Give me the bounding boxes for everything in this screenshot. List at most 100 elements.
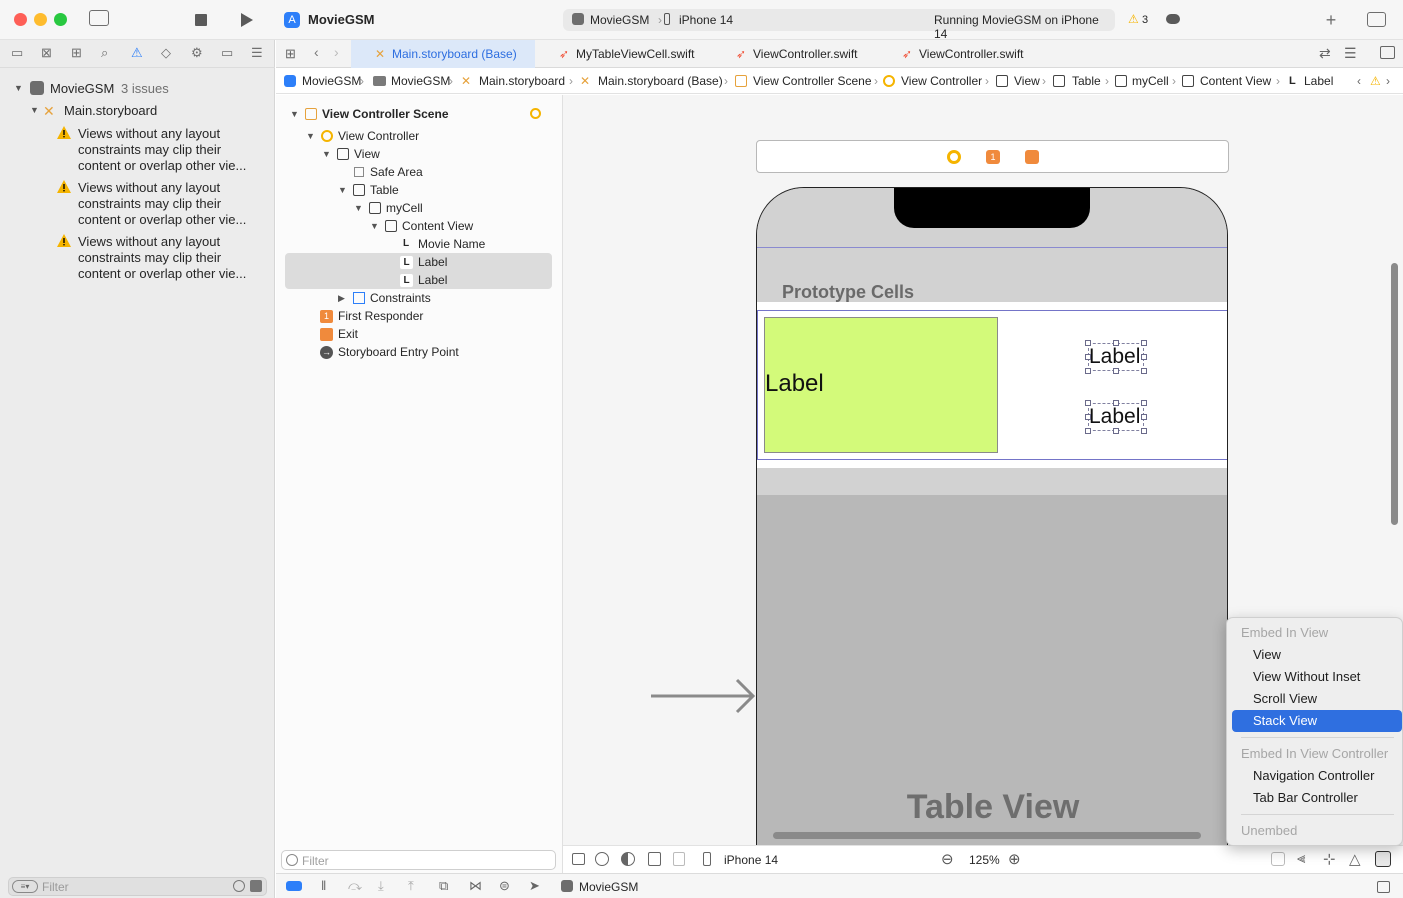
stop-icon[interactable] [195, 14, 207, 26]
test-icon[interactable]: ◇ [161, 45, 171, 61]
run-icon[interactable] [240, 12, 254, 28]
accessibility-icon[interactable] [595, 852, 609, 866]
folder-icon[interactable]: ▭ [11, 45, 23, 61]
selected-label-1[interactable]: Label [1085, 340, 1147, 374]
scheme-target[interactable]: MovieGSM [590, 13, 649, 27]
symbol-icon[interactable]: ⊞ [71, 45, 82, 61]
back-icon[interactable]: ‹ [314, 44, 319, 60]
step-into-icon[interactable]: ⤓ [378, 878, 384, 894]
console-toggle-icon[interactable] [1377, 881, 1390, 893]
menu-item-navigation-controller[interactable]: Navigation Controller [1253, 765, 1374, 787]
debug-area-toggle-icon[interactable] [286, 881, 302, 891]
resize-handle[interactable] [1113, 400, 1119, 406]
menu-item-view[interactable]: View [1253, 644, 1281, 666]
navigator-filter-field[interactable]: ≡▾ Filter [8, 877, 267, 896]
report-icon[interactable]: ☰ [251, 45, 263, 61]
issue-icon[interactable]: ⚠ [131, 45, 143, 61]
chevron-down-icon[interactable]: ▼ [14, 83, 23, 93]
chevron-right-icon[interactable]: ▶ [338, 289, 345, 307]
resize-handle[interactable] [1085, 368, 1091, 374]
outline-toggle-icon[interactable] [572, 853, 585, 865]
tab-viewcontroller-2[interactable]: ➶ ViewController.swift [878, 40, 1043, 68]
zoom-out-icon[interactable]: ⊖ [941, 850, 954, 868]
next-issue-icon[interactable]: › [1386, 68, 1390, 94]
breadcrumb-item[interactable]: Main.storyboard [479, 68, 565, 94]
scheme-device[interactable]: iPhone 14 [679, 13, 733, 27]
environment-overrides-icon[interactable]: ⊜ [499, 878, 510, 894]
chevron-down-icon[interactable]: ▼ [338, 181, 347, 199]
zoom-in-icon[interactable]: ⊕ [1008, 850, 1021, 868]
forward-icon[interactable]: › [334, 44, 339, 60]
breakpoint-icon[interactable]: ▭ [221, 45, 233, 61]
step-over-icon[interactable]: ⤼ [348, 878, 362, 894]
resize-handle[interactable] [1141, 400, 1147, 406]
breadcrumb-item[interactable]: Label [1304, 68, 1333, 94]
source-control-icon[interactable]: ⊠ [41, 45, 52, 61]
breadcrumb-item[interactable]: myCell [1132, 68, 1169, 94]
outline-filter-field[interactable]: Filter [281, 850, 556, 870]
chevron-down-icon[interactable]: ▼ [30, 105, 39, 115]
breadcrumb-item[interactable]: View Controller Scene [753, 68, 872, 94]
resize-handle[interactable] [1141, 428, 1147, 434]
issues-only-filter-icon[interactable] [250, 880, 262, 892]
process-name[interactable]: MovieGSM [579, 880, 638, 894]
recent-filter-icon[interactable] [233, 880, 245, 892]
resize-handle[interactable] [1141, 354, 1147, 360]
menu-item-tab-bar-controller[interactable]: Tab Bar Controller [1253, 787, 1358, 809]
breadcrumb-item[interactable]: MovieGSM [391, 68, 450, 94]
tab-viewcontroller[interactable]: ➶ ViewController.swift [712, 40, 877, 68]
split-editor-icon[interactable] [1380, 46, 1395, 59]
breadcrumb-item[interactable]: Main.storyboard (Base) [598, 68, 723, 94]
step-out-icon[interactable]: ⤒ [408, 878, 414, 894]
breadcrumb-item[interactable]: MovieGSM [302, 68, 361, 94]
search-icon[interactable]: ⌕ [101, 45, 108, 61]
menu-item-scroll-view[interactable]: Scroll View [1253, 688, 1317, 710]
add-constraints-icon[interactable]: ⊹ [1323, 850, 1336, 868]
project-name[interactable]: MovieGSM [50, 81, 114, 96]
location-icon[interactable]: ➤ [529, 878, 540, 894]
minimize-window-button[interactable] [34, 13, 47, 26]
update-frames-icon[interactable] [1271, 852, 1285, 866]
orientation-icon[interactable] [648, 852, 661, 866]
appearance-icon[interactable] [621, 852, 635, 866]
warning-icon[interactable]: ⚠ [1370, 68, 1381, 94]
resize-handle[interactable] [1141, 340, 1147, 346]
resize-handle[interactable] [1141, 414, 1147, 420]
outline-scene[interactable]: ▼ View Controller Scene [276, 105, 563, 123]
resize-handle[interactable] [1141, 368, 1147, 374]
tab-main-storyboard[interactable]: ✕ Main.storyboard (Base) [351, 40, 535, 68]
debug-icon[interactable]: ⚙ [191, 45, 203, 61]
horizontal-scrollbar[interactable] [773, 832, 1201, 839]
warning-icon[interactable]: ⚠ [1128, 12, 1139, 26]
filter-options-icon[interactable]: ≡▾ [12, 880, 38, 893]
related-items-icon[interactable]: ⇄ [1319, 45, 1331, 62]
exit-icon[interactable] [1025, 150, 1039, 164]
close-window-button[interactable] [14, 13, 27, 26]
sidebar-toggle-icon[interactable] [89, 10, 109, 26]
resize-handle[interactable] [1085, 414, 1091, 420]
embed-in-icon[interactable] [1375, 851, 1391, 867]
view-controller-icon[interactable] [947, 150, 961, 164]
resize-handle[interactable] [1085, 354, 1091, 360]
pause-icon[interactable]: ‖ [321, 878, 326, 893]
editor-options-icon[interactable]: ☰ [1344, 45, 1357, 62]
breadcrumb-item[interactable]: View [1014, 68, 1040, 94]
resize-handle[interactable] [1113, 368, 1119, 374]
chevron-down-icon[interactable]: ▼ [370, 217, 379, 235]
chevron-down-icon[interactable]: ▼ [354, 199, 363, 217]
add-icon[interactable]: + [1321, 10, 1341, 30]
breadcrumb-item[interactable]: View Controller [901, 68, 982, 94]
zoom-window-button[interactable] [54, 13, 67, 26]
movie-name-label[interactable]: Label [764, 317, 998, 453]
scheme-selector[interactable]: MovieGSM › iPhone 14 Running MovieGSM on… [563, 9, 1180, 41]
breadcrumb-item[interactable]: Content View [1200, 68, 1271, 94]
resolve-issues-icon[interactable]: △ [1349, 850, 1361, 868]
inspector-toggle-icon[interactable] [1367, 12, 1386, 27]
first-responder-icon[interactable]: 1 [986, 150, 1000, 164]
cloud-icon[interactable] [1166, 14, 1180, 24]
menu-item-view-without-inset[interactable]: View Without Inset [1253, 666, 1360, 688]
resize-handle[interactable] [1085, 340, 1091, 346]
device-size-icon[interactable] [673, 852, 685, 866]
memory-graph-icon[interactable]: ⋈ [469, 878, 482, 894]
view-hierarchy-icon[interactable]: ⧉ [439, 878, 448, 894]
